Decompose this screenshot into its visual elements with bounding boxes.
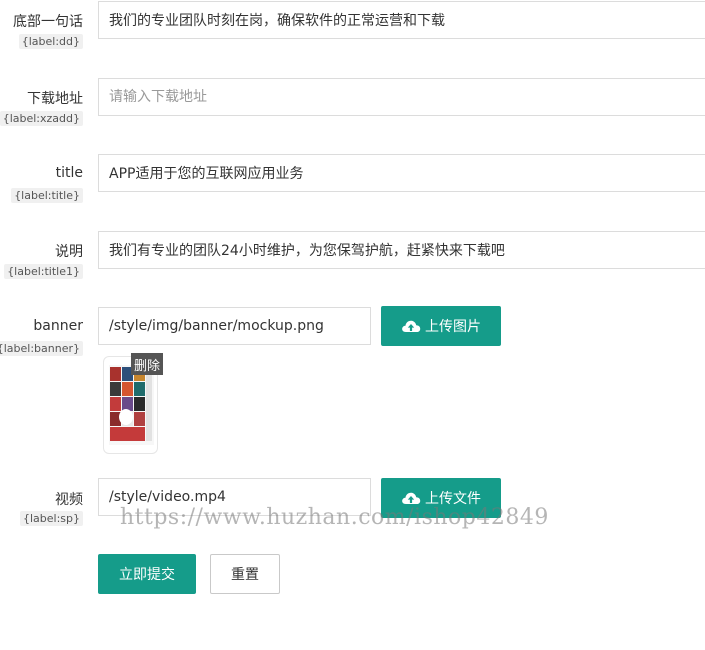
field-label: 说明 (55, 244, 83, 260)
watermark-text: https://www.huzhan.com/ishop42849 (120, 505, 549, 530)
footer-sentence-input[interactable] (98, 1, 705, 39)
field-label: 视频 (55, 492, 83, 508)
description-input[interactable] (98, 231, 705, 269)
field-tag: {label:sp} (19, 511, 83, 526)
delete-image-button[interactable]: 删除 (131, 353, 164, 375)
download-url-input[interactable] (98, 78, 705, 116)
upload-image-button[interactable]: 上传图片 (381, 306, 501, 346)
field-tag: {label:title1} (4, 264, 83, 279)
field-label: 下载地址 (27, 91, 83, 107)
field-tag: {label:banner} (0, 341, 83, 356)
upload-image-label: 上传图片 (425, 319, 481, 335)
reset-button[interactable]: 重置 (210, 554, 280, 594)
field-tag: {label:title} (11, 188, 83, 203)
banner-path-input[interactable] (98, 307, 371, 345)
cloud-upload-icon (402, 320, 421, 332)
field-tag: {label:xzadd} (0, 111, 83, 126)
submit-button[interactable]: 立即提交 (98, 554, 196, 594)
cloud-upload-icon (402, 492, 421, 504)
field-label: 底部一句话 (13, 14, 83, 30)
field-label: banner (33, 318, 83, 334)
title-input[interactable] (98, 154, 705, 192)
field-tag: {label:dd} (18, 34, 83, 49)
field-label: title (55, 165, 83, 181)
